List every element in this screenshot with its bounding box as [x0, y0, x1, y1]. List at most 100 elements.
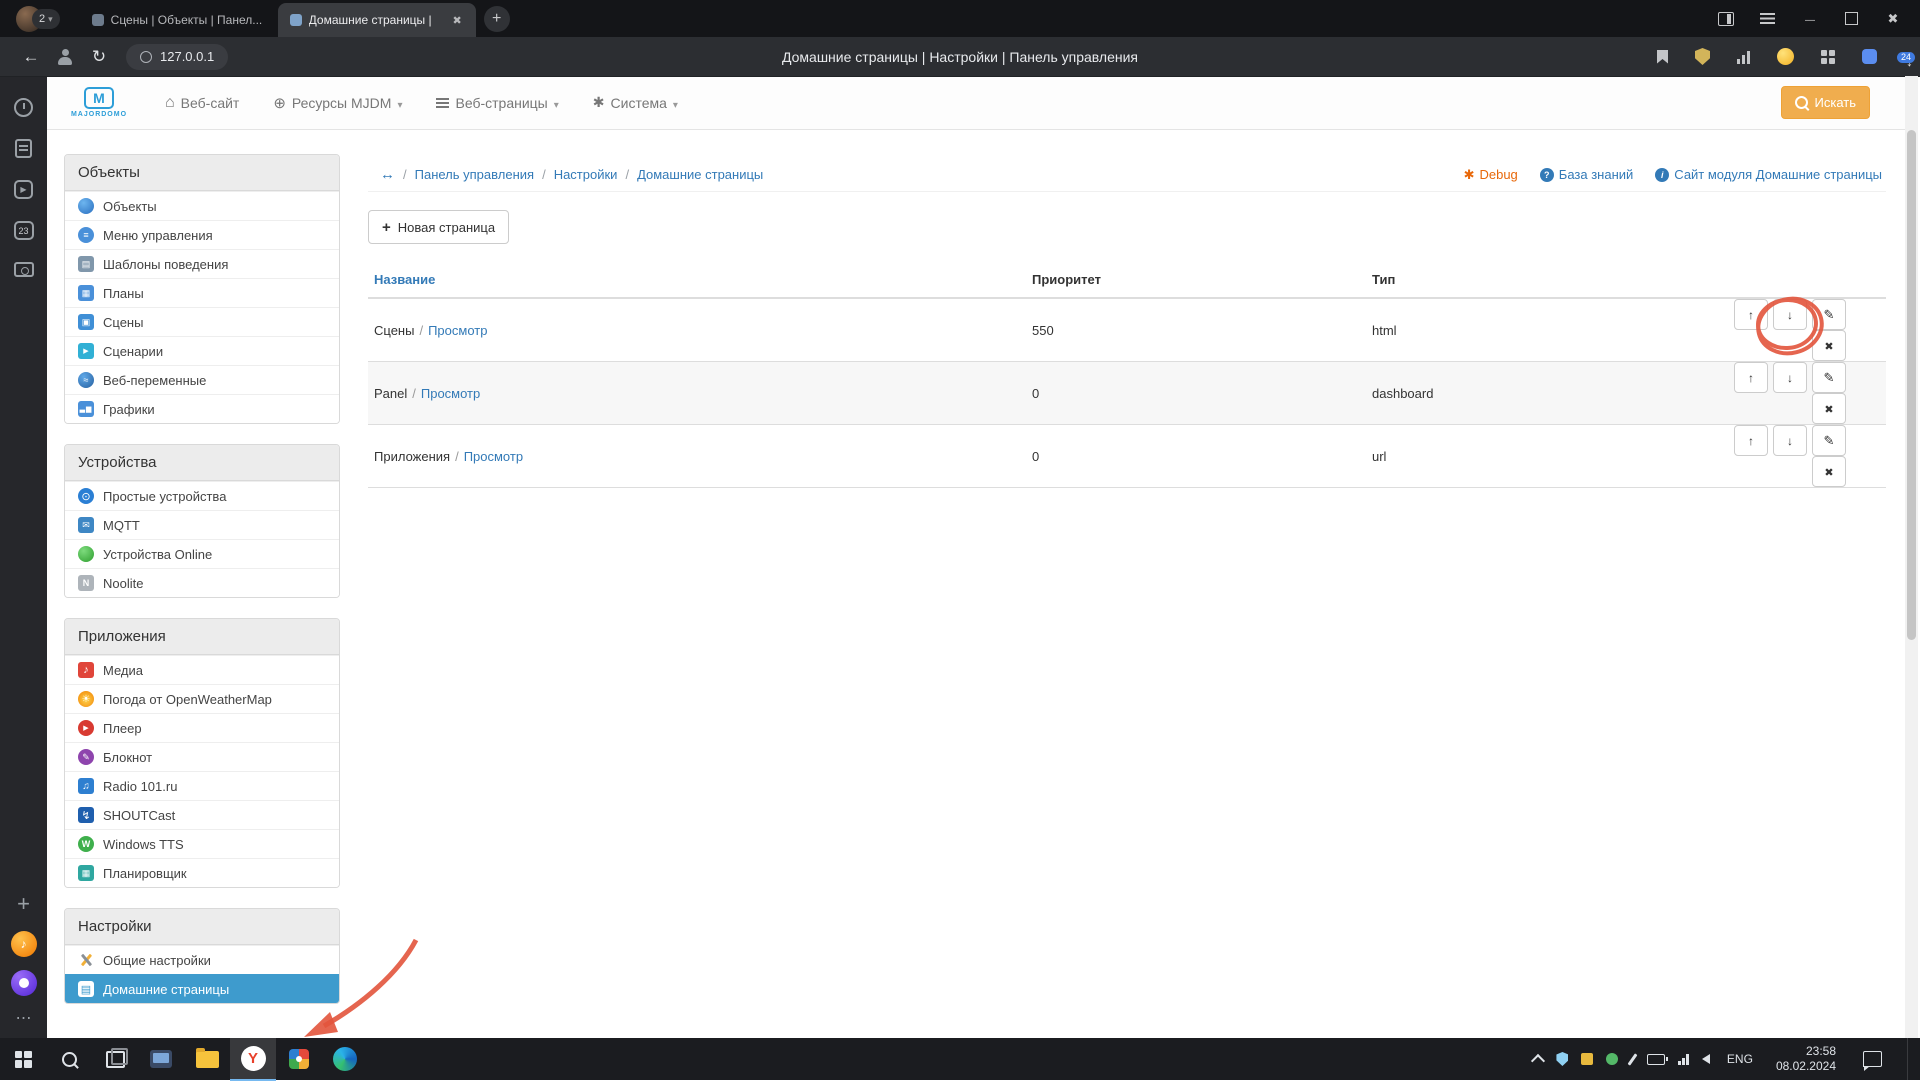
sidebar-item-charts[interactable]: Графики [65, 394, 339, 423]
debug-link[interactable]: Debug [1464, 167, 1517, 183]
nav-resources[interactable]: Ресурсы MJDM [273, 94, 402, 112]
history-icon[interactable] [14, 98, 33, 117]
site-info-icon[interactable] [140, 50, 152, 63]
window-minimize-button[interactable] [1801, 11, 1819, 26]
sidebar-item-scenes[interactable]: Сцены [65, 307, 339, 336]
delete-button[interactable] [1812, 393, 1846, 424]
sidebar-item-plans[interactable]: Планы [65, 278, 339, 307]
browser-tab-homepages[interactable]: Домашние страницы | [277, 3, 476, 37]
tab-close-icon[interactable] [450, 12, 463, 29]
show-desktop-strip[interactable] [1907, 1038, 1912, 1080]
network-icon[interactable] [1678, 1053, 1689, 1065]
breadcrumb-control-panel[interactable]: Панель управления [415, 167, 534, 182]
pinned-app-button[interactable] [138, 1038, 184, 1080]
breadcrumb-home-pages[interactable]: Домашние страницы [637, 167, 763, 182]
sidebar-item-notepad[interactable]: Блокнот [65, 742, 339, 771]
battery-icon[interactable] [1647, 1053, 1669, 1065]
tray-status-icon[interactable] [1606, 1053, 1619, 1065]
sidebar-item-general-settings[interactable]: Общие настройки [65, 945, 339, 974]
new-tab-button[interactable] [483, 5, 510, 32]
date-badge[interactable]: 23 [13, 221, 34, 240]
pinned-app-color-button[interactable] [276, 1038, 322, 1080]
sidebar-item-mqtt[interactable]: MQTT [65, 510, 339, 539]
address-bar[interactable]: 127.0.0.1 [126, 43, 229, 70]
sidebar-item-scheduler[interactable]: Планировщик [65, 858, 339, 887]
alice-icon[interactable] [10, 970, 37, 996]
volume-icon[interactable] [1701, 1054, 1710, 1064]
arrows-icon[interactable] [380, 166, 395, 183]
protect-shield-icon[interactable] [1695, 48, 1710, 65]
rewards-icon[interactable] [1777, 48, 1794, 65]
feed-icon[interactable] [15, 139, 32, 158]
sidebar-item-windows-tts[interactable]: Windows TTS [65, 829, 339, 858]
scrollbar-thumb[interactable] [1907, 130, 1916, 640]
edit-button[interactable] [1812, 362, 1846, 393]
add-panel-icon[interactable] [17, 891, 30, 917]
taskbar-search-button[interactable] [46, 1038, 92, 1080]
browser-menu-icon[interactable] [1760, 13, 1775, 24]
new-page-button[interactable]: Новая страница [368, 210, 510, 244]
tray-shield-icon[interactable] [1556, 1052, 1569, 1066]
sidebar-item-shoutcast[interactable]: SHOUTCast [65, 800, 339, 829]
breadcrumb-settings[interactable]: Настройки [554, 167, 618, 182]
move-down-button[interactable] [1773, 425, 1807, 456]
collections-icon[interactable] [1821, 49, 1835, 64]
browser-tab-scenes[interactable]: Сцены | Объекты | Панел... [80, 3, 278, 37]
camera-icon[interactable] [13, 262, 34, 277]
bookmark-icon[interactable] [1657, 49, 1668, 64]
majordomo-logo[interactable]: M MAJORDOMO [67, 87, 131, 118]
stats-icon[interactable] [1737, 50, 1750, 64]
sidebar-item-player[interactable]: Плеер [65, 713, 339, 742]
view-link[interactable]: Просмотр [421, 386, 480, 401]
profile-badge[interactable]: 2 [32, 8, 60, 29]
sidebar-item-devices-online[interactable]: Устройства Online [65, 539, 339, 568]
sidebar-item-radio101[interactable]: Radio 101.ru [65, 771, 339, 800]
sidebar-item-openweathermap[interactable]: Погода от OpenWeatherMap [65, 684, 339, 713]
move-up-button[interactable] [1734, 299, 1768, 330]
back-button[interactable] [14, 47, 48, 67]
module-site-link[interactable]: Сайт модуля Домашние страницы [1655, 167, 1882, 182]
window-close-button[interactable] [1884, 11, 1902, 27]
move-down-button[interactable] [1773, 299, 1807, 330]
notification-center-icon[interactable] [1863, 1051, 1882, 1071]
more-icon[interactable] [16, 1008, 32, 1028]
search-button[interactable]: Искать [1780, 86, 1870, 119]
sidebar-item-home-pages[interactable]: Домашние страницы [65, 974, 339, 1003]
hidden-icons-chevron[interactable] [1531, 1053, 1546, 1068]
sidebar-item-behavior-templates[interactable]: Шаблоны поведения [65, 249, 339, 278]
task-view-button[interactable] [92, 1038, 138, 1080]
video-icon[interactable] [14, 180, 33, 199]
delete-button[interactable] [1812, 330, 1846, 361]
yandex-music-icon[interactable] [10, 931, 37, 957]
sidebar-item-web-variables[interactable]: Веб-переменные [65, 365, 339, 394]
sidebar-item-noolite[interactable]: Noolite [65, 568, 339, 597]
edge-button[interactable] [322, 1038, 368, 1080]
move-down-button[interactable] [1773, 362, 1807, 393]
edit-button[interactable] [1812, 299, 1846, 330]
move-up-button[interactable] [1734, 425, 1768, 456]
browser-scrollbar[interactable] [1905, 76, 1918, 1038]
reload-button[interactable] [82, 47, 116, 67]
language-indicator[interactable]: ENG [1727, 1052, 1753, 1066]
move-up-button[interactable] [1734, 362, 1768, 393]
extension-icon[interactable] [1862, 49, 1877, 64]
start-button[interactable] [0, 1038, 46, 1080]
delete-button[interactable] [1812, 456, 1846, 487]
yandex-browser-button[interactable] [230, 1037, 276, 1081]
nav-webpages[interactable]: Веб-страницы [436, 95, 558, 111]
knowledge-base-link[interactable]: База знаний [1539, 167, 1633, 182]
sidebar-item-media[interactable]: Медиа [65, 655, 339, 684]
profile-icon[interactable] [57, 48, 73, 65]
taskbar-clock[interactable]: 23:58 08.02.2024 [1776, 1044, 1836, 1074]
sidebar-item-control-menu[interactable]: Меню управления [65, 220, 339, 249]
view-link[interactable]: Просмотр [464, 449, 523, 464]
edit-button[interactable] [1812, 425, 1846, 456]
sidebar-item-simple-devices[interactable]: Простые устройства [65, 481, 339, 510]
sidebar-item-objects[interactable]: Объекты [65, 191, 339, 220]
window-maximize-button[interactable] [1845, 12, 1858, 25]
side-panel-icon[interactable] [1718, 11, 1734, 26]
nav-website[interactable]: Веб-сайт [165, 94, 240, 112]
tray-app-icon[interactable] [1581, 1053, 1594, 1065]
sidebar-item-scenarios[interactable]: Сценарии [65, 336, 339, 365]
file-explorer-button[interactable] [184, 1038, 230, 1080]
